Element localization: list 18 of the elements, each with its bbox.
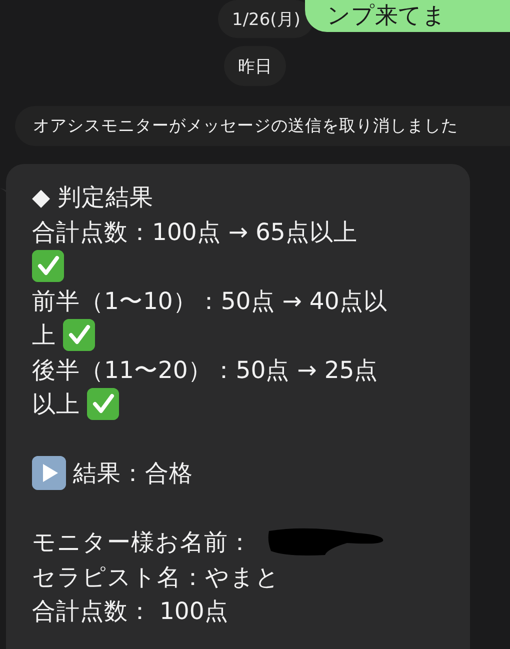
message-text: 合計点数：100点 → 65点以上 (32, 216, 358, 248)
date-chip: 1/26(月) (218, 0, 314, 38)
message-text: モニター様お名前： (32, 527, 252, 558)
message-text: ◆ 判定結果 (32, 182, 154, 213)
message-text: 合計点数： 100点 (32, 596, 228, 627)
sent-message-bubble: ンプ来てま (305, 0, 510, 32)
message-text: 上 (32, 320, 56, 351)
check-mark-icon (63, 319, 95, 352)
message-text: 以上 (32, 389, 80, 420)
check-mark-icon (32, 250, 64, 282)
day-chip: 昨日 (224, 46, 286, 86)
check-mark-icon (87, 388, 119, 420)
message-text: 後半（11〜20）：50点 → 25点 (32, 354, 378, 386)
system-notice: オアシスモニターがメッセージの送信を取り消しました (15, 106, 510, 146)
message-text: 結果：合格 (73, 458, 193, 489)
message-text: セラピスト名：やまと (32, 562, 280, 592)
play-icon (32, 456, 66, 490)
message-text: 前半（1〜10）：50点 → 40点以 (32, 286, 388, 316)
